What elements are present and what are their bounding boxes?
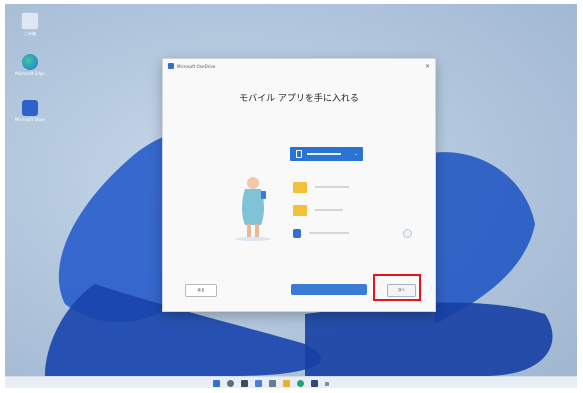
- edge-icon: [22, 54, 38, 70]
- windows-store-icon: [22, 100, 38, 116]
- person-illustration: [235, 177, 271, 241]
- task-view-icon[interactable]: [241, 380, 248, 387]
- list-item: [293, 204, 363, 216]
- close-icon[interactable]: ✕: [425, 63, 430, 70]
- highlight-box: [373, 274, 421, 301]
- desktop-icon-edge[interactable]: Microsoft Edge: [9, 54, 51, 76]
- taskbar: [5, 376, 577, 388]
- desktop-icon-store[interactable]: Microsoft Store: [9, 100, 51, 122]
- store-icon[interactable]: [311, 380, 318, 387]
- back-button[interactable]: 戻る: [185, 284, 217, 297]
- phone-icon: [293, 228, 301, 238]
- dialog-titlebar: Microsoft OneDrive ✕: [163, 59, 435, 73]
- link-button[interactable]: [291, 284, 367, 295]
- recycle-bin-icon: [21, 12, 39, 30]
- onedrive-app-icon: [168, 63, 174, 69]
- folder-icon: [293, 204, 307, 216]
- dialog-window-title: Microsoft OneDrive: [177, 63, 216, 69]
- desktop: ごみ箱 Microsoft Edge Microsoft Store Micro…: [5, 4, 577, 388]
- edge-icon[interactable]: [297, 380, 304, 387]
- desktop-icon-recycle-bin[interactable]: ごみ箱: [9, 12, 51, 36]
- app-icon[interactable]: [325, 382, 329, 386]
- account-bar: ⌄: [290, 147, 363, 161]
- phone-icon: [296, 150, 302, 158]
- account-text-placeholder: [307, 153, 341, 155]
- search-icon[interactable]: [227, 380, 234, 387]
- text-line-placeholder: [315, 209, 343, 211]
- folder-icon: [293, 181, 307, 193]
- text-line-placeholder: [309, 232, 349, 234]
- chat-icon[interactable]: [269, 380, 276, 387]
- status-dot-icon: [403, 229, 412, 238]
- dialog-heading: モバイル アプリを手に入れる: [239, 94, 359, 104]
- text-line-placeholder: [315, 186, 349, 188]
- list-item: [293, 227, 363, 239]
- list-item: [293, 181, 363, 193]
- widgets-icon[interactable]: [255, 380, 262, 387]
- start-icon[interactable]: [213, 380, 220, 387]
- chevron-down-icon: ⌄: [353, 151, 358, 157]
- file-explorer-icon[interactable]: [283, 380, 290, 387]
